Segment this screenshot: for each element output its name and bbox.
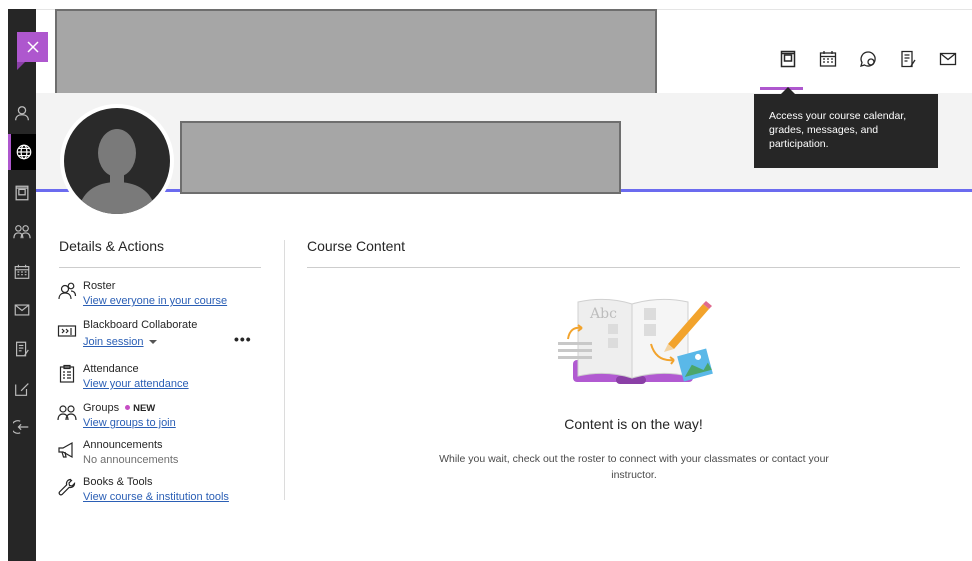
groups-title: Groups	[83, 402, 120, 414]
attendance-title: Attendance	[83, 363, 139, 375]
roster-link[interactable]: View everyone in your course	[83, 294, 227, 309]
collaborate-item: Blackboard Collaborate Join session	[57, 318, 197, 350]
left-nav-rail	[8, 9, 36, 561]
empty-state-description: While you wait, check out the roster to …	[439, 453, 829, 481]
calendar-icon	[14, 264, 30, 279]
course-book-icon	[780, 50, 796, 68]
books-tools-title: Books & Tools	[83, 476, 153, 488]
new-badge: NEW	[133, 403, 156, 414]
attendance-icon	[59, 364, 75, 383]
default-avatar-icon	[78, 129, 156, 214]
join-session-link[interactable]: Join session	[83, 336, 144, 348]
details-title: Details & Actions	[59, 238, 165, 254]
course-book-icon	[15, 185, 29, 201]
course-tools-bar	[768, 48, 968, 70]
announcements-title: Announcements	[83, 439, 163, 451]
announcements-item: Announcements No announcements	[57, 438, 178, 468]
course-content-divider	[307, 267, 960, 268]
avatar	[60, 104, 174, 218]
profile-nav-button[interactable]	[8, 95, 36, 131]
megaphone-icon	[58, 441, 73, 459]
empty-state-title: Content is on the way!	[564, 416, 703, 432]
attendance-item: Attendance View your attendance	[57, 362, 189, 392]
calendar-nav-button[interactable]	[8, 254, 36, 290]
courses-nav-button[interactable]	[8, 134, 36, 170]
grades-nav-button[interactable]	[8, 331, 36, 367]
globe-icon	[16, 144, 31, 160]
close-icon	[26, 41, 39, 53]
announcements-status: No announcements	[83, 454, 179, 466]
discussions-icon	[860, 51, 876, 67]
groups-icon	[57, 405, 77, 421]
redacted-course-title	[55, 9, 657, 96]
calendar-icon	[819, 51, 837, 67]
messages-nav-button[interactable]	[8, 292, 36, 328]
groups-link[interactable]: View groups to join	[83, 416, 176, 431]
wrench-icon	[58, 478, 76, 496]
sign-out-icon	[13, 420, 29, 434]
close-button[interactable]	[17, 32, 48, 70]
mail-icon	[14, 304, 30, 316]
edit-icon	[15, 383, 29, 396]
books-tools-item: Books & Tools View course & institution …	[57, 475, 229, 505]
more-options-button[interactable]: •••	[234, 331, 252, 347]
groups-nav-button[interactable]	[8, 214, 36, 250]
course-content-button[interactable]	[768, 48, 808, 70]
roster-title: Roster	[83, 280, 116, 292]
details-divider	[59, 267, 261, 268]
course-nav-button[interactable]	[8, 175, 36, 211]
groups-item: Groups NEW View groups to join	[57, 401, 176, 431]
calendar-button[interactable]	[808, 48, 848, 70]
column-divider	[284, 240, 285, 500]
course-content-title: Course Content	[307, 238, 406, 254]
new-dot-icon	[125, 405, 131, 411]
attendance-link[interactable]: View your attendance	[83, 377, 189, 392]
roster-icon	[58, 282, 77, 300]
grades-button[interactable]	[888, 48, 928, 70]
tooltip-text: Access your course calendar, grades, mes…	[769, 110, 907, 150]
messages-button[interactable]	[928, 48, 968, 70]
chevron-down-icon[interactable]	[148, 340, 157, 345]
empty-state-illustration: Abc	[556, 294, 716, 394]
roster-item: Roster View everyone in your course	[57, 279, 227, 309]
groups-icon	[13, 225, 31, 239]
books-tools-link[interactable]: View course & institution tools	[83, 490, 229, 505]
collaborate-title: Blackboard Collaborate	[83, 319, 198, 331]
tools-nav-button[interactable]	[8, 371, 36, 407]
open-book-illustration: Abc	[558, 298, 713, 384]
grades-icon	[901, 50, 916, 68]
user-icon	[15, 106, 29, 121]
redacted-instructor-name	[180, 121, 621, 194]
grades-icon	[16, 341, 29, 357]
tools-tooltip: Access your course calendar, grades, mes…	[754, 87, 938, 168]
illustration-text: Abc	[589, 306, 617, 322]
messages-icon	[939, 52, 957, 66]
discussions-button[interactable]	[848, 48, 888, 70]
sign-out-nav-button[interactable]	[8, 409, 36, 445]
collaborate-icon	[57, 325, 77, 337]
